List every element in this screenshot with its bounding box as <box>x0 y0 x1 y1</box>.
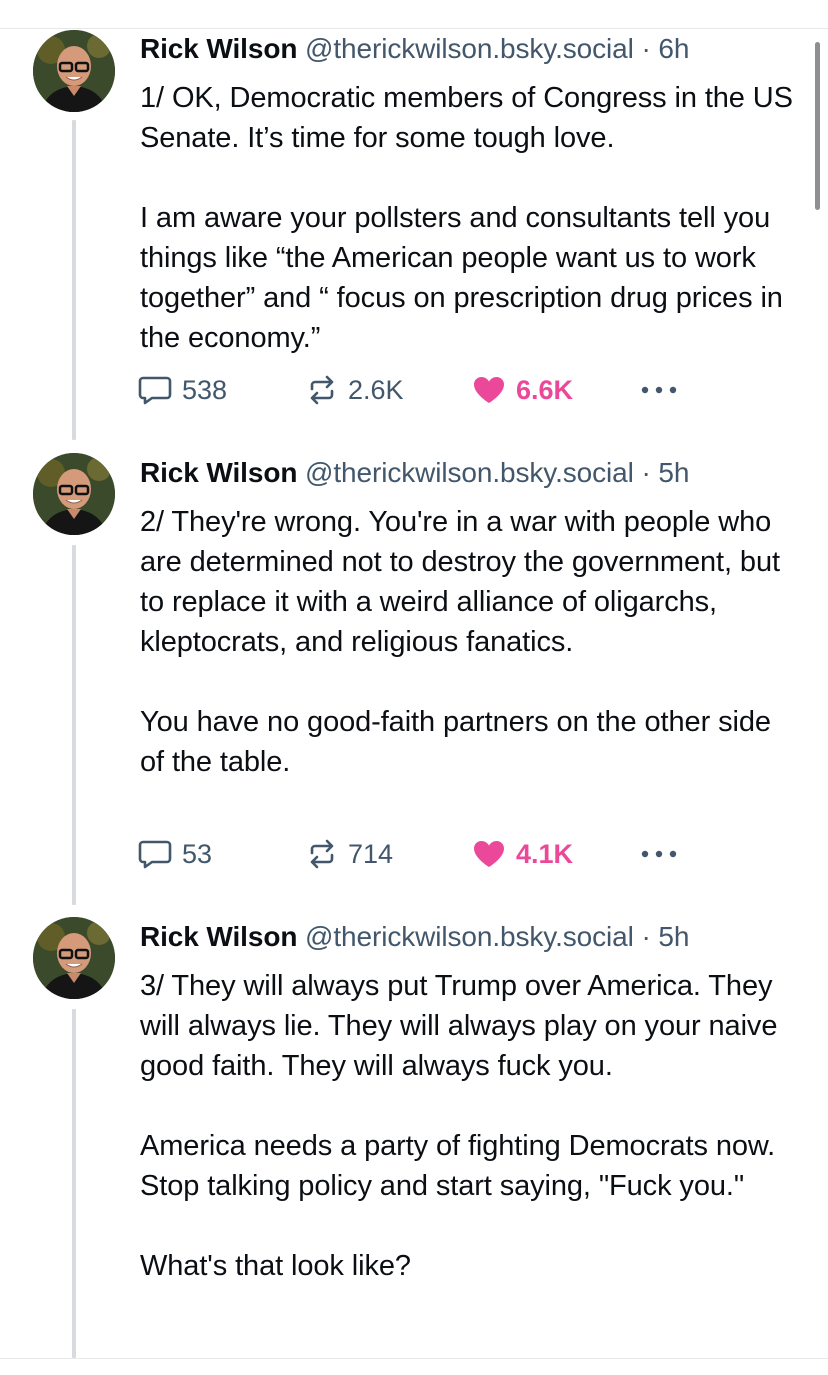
paragraph: 2/ They're wrong. You're in a war with p… <box>140 506 780 658</box>
reply-button[interactable]: 53 <box>138 834 212 874</box>
post-time[interactable]: 5h <box>658 457 689 488</box>
post-header: Rick Wilson @therickwilson.bsky.social ·… <box>140 32 689 66</box>
avatar[interactable] <box>33 453 115 535</box>
author-name[interactable]: Rick Wilson <box>140 33 297 64</box>
post-text: 1/ OK, Democratic members of Congress in… <box>140 78 800 358</box>
author-name[interactable]: Rick Wilson <box>140 921 297 952</box>
more-options-button[interactable] <box>640 370 678 410</box>
author-handle[interactable]: @therickwilson.bsky.social <box>305 921 634 952</box>
repost-arrows-icon <box>310 839 334 869</box>
paragraph: America needs a party of fighting Democr… <box>140 1130 776 1202</box>
paragraph: You have no good-faith partners on the o… <box>140 706 771 778</box>
post-text: 3/ They will always put Trump over Ameri… <box>140 966 800 1286</box>
thread-line <box>72 1009 76 1358</box>
heart-icon <box>474 377 504 403</box>
separator: · <box>641 457 651 488</box>
more-dots-icon <box>641 386 677 394</box>
separator: · <box>641 921 651 952</box>
reply-count: 538 <box>182 374 228 405</box>
reply-button[interactable]: 538 <box>138 370 227 410</box>
paragraph: I am aware your pollsters and consultant… <box>140 202 783 354</box>
post-text: 2/ They're wrong. You're in a war with p… <box>140 502 800 782</box>
more-options-button[interactable] <box>640 834 678 874</box>
reply-bubble-icon <box>138 840 172 869</box>
like-button[interactable]: 4.1K <box>472 834 573 874</box>
scrollbar[interactable] <box>815 42 820 210</box>
more-dots-icon <box>641 850 677 858</box>
paragraph: 1/ OK, Democratic members of Congress in… <box>140 82 793 154</box>
like-button[interactable]: 6.6K <box>472 370 573 410</box>
bottom-divider <box>0 1358 828 1359</box>
top-divider <box>0 28 828 29</box>
repost-arrows-icon <box>310 375 334 405</box>
paragraph: 3/ They will always put Trump over Ameri… <box>140 970 778 1082</box>
avatar[interactable] <box>33 30 115 112</box>
author-handle[interactable]: @therickwilson.bsky.social <box>305 33 634 64</box>
reply-bubble-icon <box>138 376 172 405</box>
reply-count: 53 <box>182 838 213 869</box>
repost-count: 714 <box>348 838 394 869</box>
repost-button[interactable]: 714 <box>306 834 393 874</box>
post-header: Rick Wilson @therickwilson.bsky.social ·… <box>140 920 689 954</box>
avatar[interactable] <box>33 917 115 999</box>
repost-count: 2.6K <box>348 374 404 405</box>
like-count: 4.1K <box>516 838 574 869</box>
paragraph: What's that look like? <box>140 1250 411 1282</box>
post-actions: 538 2.6K 6.6K <box>0 370 828 410</box>
post-actions: 53 714 4.1K <box>0 834 828 874</box>
post-time[interactable]: 5h <box>658 921 689 952</box>
heart-icon <box>474 841 504 867</box>
like-count: 6.6K <box>516 374 574 405</box>
author-handle[interactable]: @therickwilson.bsky.social <box>305 457 634 488</box>
repost-button[interactable]: 2.6K <box>306 370 404 410</box>
author-name[interactable]: Rick Wilson <box>140 457 297 488</box>
post-time[interactable]: 6h <box>658 33 689 64</box>
post-header: Rick Wilson @therickwilson.bsky.social ·… <box>140 456 689 490</box>
separator: · <box>641 33 651 64</box>
